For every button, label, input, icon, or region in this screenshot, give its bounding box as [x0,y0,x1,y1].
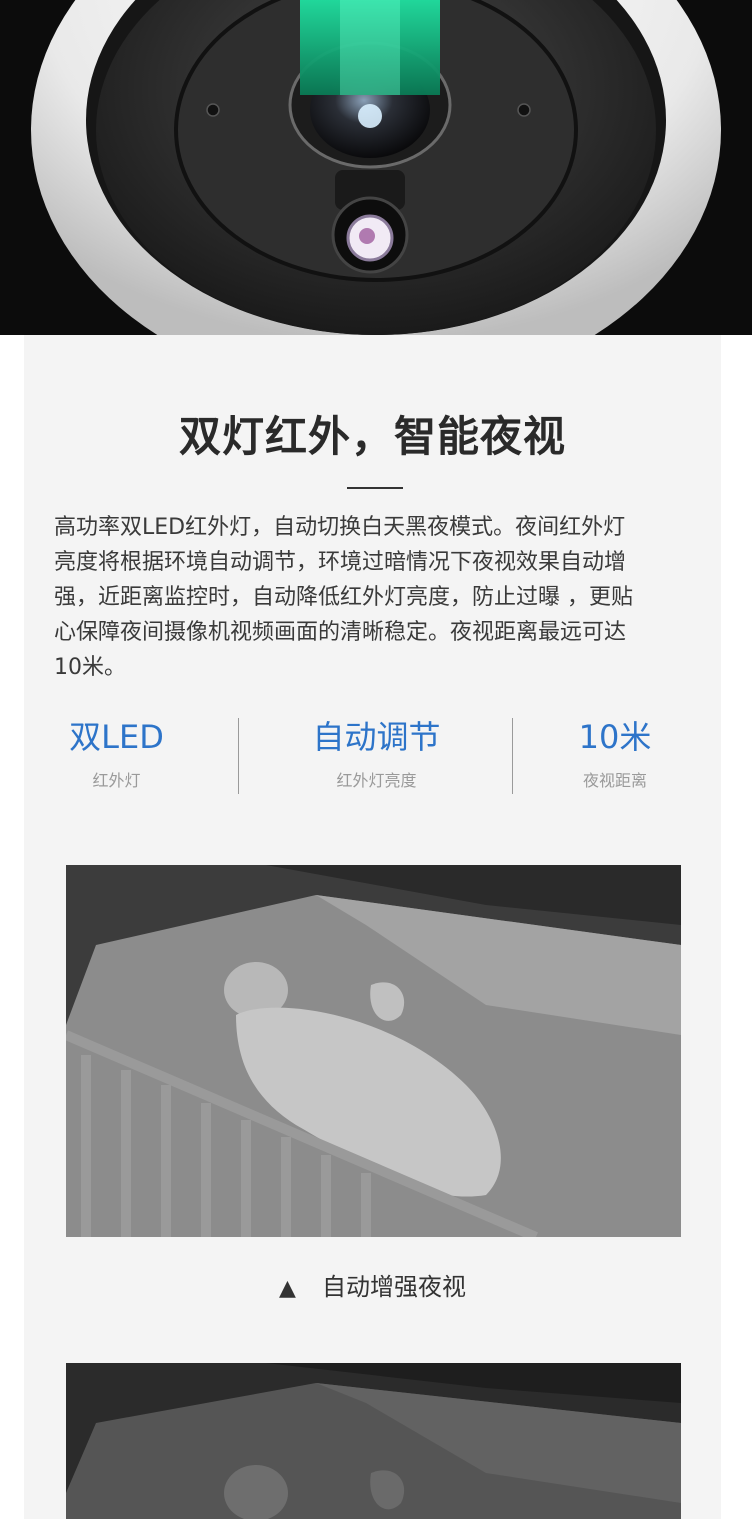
feature-value: 双LED [69,718,164,756]
description-line: 高功率双LED红外灯，自动切换白天黑夜模式。夜间红外灯 [54,515,626,540]
caption-text: 自动增强夜视 [321,1273,466,1301]
feature-value: 自动调节 [312,718,441,756]
feature-divider [238,718,239,794]
triangle-up-icon: ▲ [279,1276,296,1301]
feature-divider [512,718,513,794]
night-vision-photo-dark [66,1363,681,1519]
night-vision-section: 双灯红外，智能夜视 高功率双LED红外灯，自动切换白天黑夜模式。夜间红外灯 亮度… [24,335,721,1519]
title-divider [347,487,403,489]
camera-hero-image [0,0,752,335]
feature-auto-adjust: 自动调节 红外灯亮度 [294,715,459,791]
feature-led: 双LED 红外灯 [54,715,179,791]
section-description: 高功率双LED红外灯，自动切换白天黑夜模式。夜间红外灯 亮度将根据环境自动调节，… [54,510,704,685]
description-line: 10米。 [54,655,126,680]
feature-label: 红外灯亮度 [336,771,417,790]
feature-label: 夜视距离 [582,771,647,790]
description-line: 强，近距离监控时，自动降低红外灯亮度，防止过曝 ，更贴 [54,585,633,610]
description-line: 亮度将根据环境自动调节，环境过暗情况下夜视效果自动增 [54,550,627,575]
feature-distance: 10米 夜视距离 [559,715,671,791]
baby-crib-photo-dark [66,1363,681,1519]
photo-caption: ▲ 自动增强夜视 [24,1267,721,1302]
description-line: 心保障夜间摄像机视频画面的清晰稳定。夜视距离最远可达 [54,620,627,645]
section-title: 双灯红外，智能夜视 [178,412,566,461]
night-vision-photo [66,865,681,1237]
feature-label: 红外灯 [92,771,141,790]
feature-value: 10米 [578,718,652,756]
baby-crib-photo [66,865,681,1237]
camera-illustration [0,0,752,335]
